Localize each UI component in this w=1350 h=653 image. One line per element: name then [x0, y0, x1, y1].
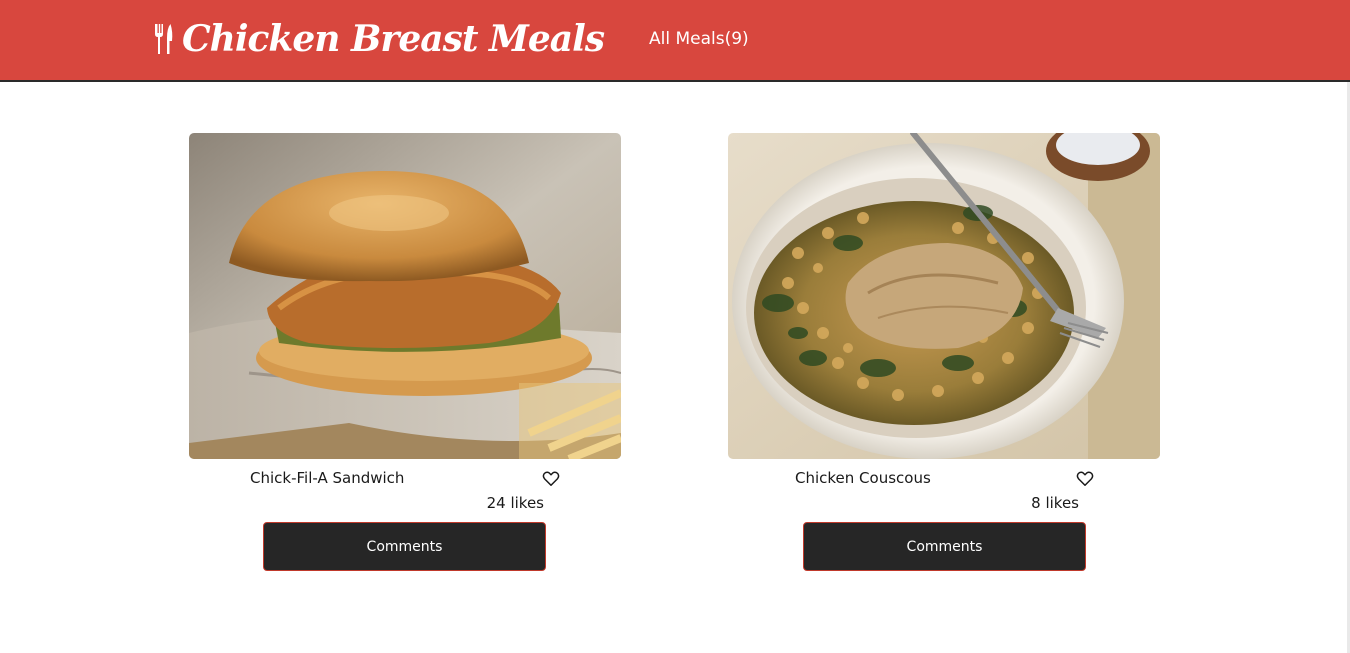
comments-button[interactable]: Comments [803, 522, 1086, 571]
meal-image [728, 133, 1160, 459]
site-header: Chicken Breast Meals All Meals(9) [0, 0, 1350, 82]
nav-all-meals-label: All Meals [649, 29, 725, 49]
fork-knife-icon [155, 24, 173, 54]
meal-card: Chick-Fil-A Sandwich 24 likes Comments [189, 133, 621, 573]
site-logo[interactable]: Chicken Breast Meals [152, 14, 605, 64]
nav-all-meals-count: (9) [724, 29, 749, 49]
heart-outline-icon[interactable] [542, 470, 560, 487]
meal-name: Chicken Couscous [795, 469, 931, 487]
meal-name: Chick-Fil-A Sandwich [250, 469, 405, 487]
nav-all-meals[interactable]: All Meals(9) [649, 29, 749, 49]
site-title: Chicken Breast Meals [182, 18, 605, 60]
heart-outline-icon[interactable] [1076, 470, 1094, 487]
meal-card: Chicken Couscous 8 likes Comments [728, 133, 1160, 573]
likes-count: 8 likes [1031, 494, 1079, 512]
comments-button[interactable]: Comments [263, 522, 546, 571]
meal-image [189, 133, 621, 459]
likes-count: 24 likes [486, 494, 544, 512]
